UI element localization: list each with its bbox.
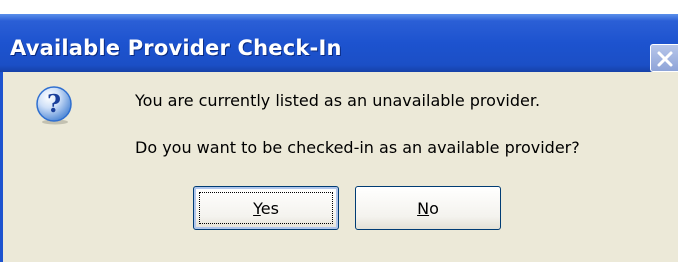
yes-mnemonic: Y bbox=[253, 198, 261, 218]
svg-text:?: ? bbox=[47, 89, 61, 118]
no-button[interactable]: No bbox=[355, 186, 501, 230]
close-button[interactable] bbox=[650, 44, 678, 72]
no-button-label: No bbox=[417, 199, 439, 218]
message-line-1: You are currently listed as an unavailab… bbox=[135, 91, 541, 110]
message-line-2: Do you want to be checked-in as an avail… bbox=[135, 138, 580, 157]
yes-button-label: Yes bbox=[253, 199, 279, 218]
yes-button[interactable]: Yes bbox=[193, 186, 339, 230]
close-icon bbox=[657, 51, 673, 67]
dialog-window: Available Provider Check-In ? You are cu… bbox=[0, 0, 678, 262]
yes-label-rest: es bbox=[260, 198, 279, 218]
no-mnemonic: N bbox=[417, 198, 430, 218]
dialog-title: Available Provider Check-In bbox=[10, 36, 342, 60]
dialog-body: ? You are currently listed as an unavail… bbox=[0, 72, 678, 262]
no-label-rest: o bbox=[429, 198, 439, 218]
question-icon: ? bbox=[36, 86, 72, 125]
title-bar[interactable]: Available Provider Check-In bbox=[0, 14, 678, 72]
